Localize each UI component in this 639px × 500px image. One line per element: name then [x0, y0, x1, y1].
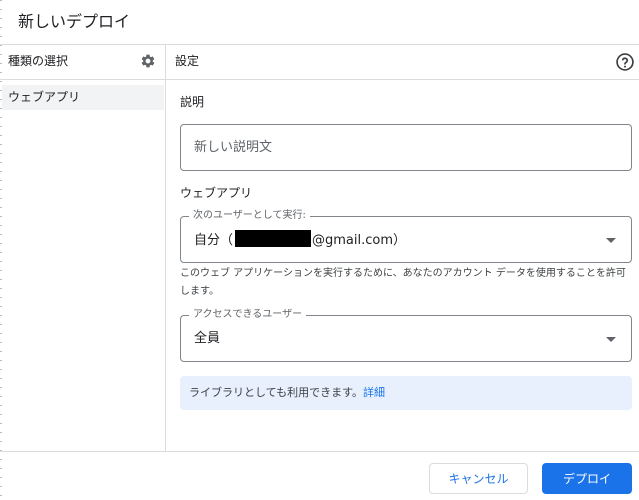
execute-as-select[interactable]: 次のユーザーとして実行: 自分（ @gmail.com）	[180, 209, 632, 263]
footer-divider	[0, 451, 639, 452]
type-item-web-app[interactable]: ウェブアプリ	[2, 85, 164, 110]
execute-as-helper-text: このウェブ アプリケーションを実行するために、あなたのアカウント データを使用す…	[180, 268, 626, 297]
access-value: 全員	[194, 331, 221, 346]
panel-vertical-divider	[165, 44, 166, 451]
description-placeholder: 新しい説明文	[194, 140, 273, 155]
type-item-label: ウェブアプリ	[8, 90, 81, 104]
execute-as-value-prefix: 自分（	[194, 233, 234, 248]
chevron-down-icon	[606, 337, 616, 342]
execute-as-value-suffix: @gmail.com）	[312, 233, 407, 248]
dialog-title: 新しいデプロイ	[18, 12, 131, 31]
web-app-section-label: ウェブアプリ	[180, 186, 253, 200]
title-divider	[0, 44, 639, 45]
left-edge-dotted-border	[0, 0, 2, 500]
type-selection-header: 種類の選択	[8, 54, 69, 68]
gear-icon[interactable]	[140, 53, 156, 69]
description-section-label: 説明	[180, 95, 205, 109]
panel-header-divider	[0, 79, 639, 80]
redacted-email-block	[235, 230, 312, 247]
execute-as-label: 次のユーザーとして実行:	[189, 209, 310, 223]
cancel-button[interactable]: キャンセル	[429, 463, 528, 494]
learn-more-link[interactable]: 詳細	[363, 386, 385, 399]
chevron-down-icon	[606, 238, 616, 243]
access-label: アクセスできるユーザー	[189, 308, 307, 322]
execute-as-value: 自分（ @gmail.com）	[194, 230, 406, 251]
access-select[interactable]: アクセスできるユーザー 全員	[180, 308, 632, 362]
deploy-button[interactable]: デプロイ	[542, 463, 632, 494]
settings-header: 設定	[175, 54, 200, 68]
new-deployment-dialog: 新しいデプロイ 種類の選択 ウェブアプリ 設定 説明 新しい説明文 ウェブアプリ…	[0, 0, 639, 500]
description-input[interactable]: 新しい説明文	[180, 124, 632, 171]
library-notice-message: ライブラリとしても利用できます。	[189, 386, 364, 399]
library-notice-text: ライブラリとしても利用できます。詳細	[189, 384, 385, 402]
library-notice: ライブラリとしても利用できます。詳細	[180, 376, 632, 410]
help-circle-icon[interactable]	[615, 52, 635, 72]
